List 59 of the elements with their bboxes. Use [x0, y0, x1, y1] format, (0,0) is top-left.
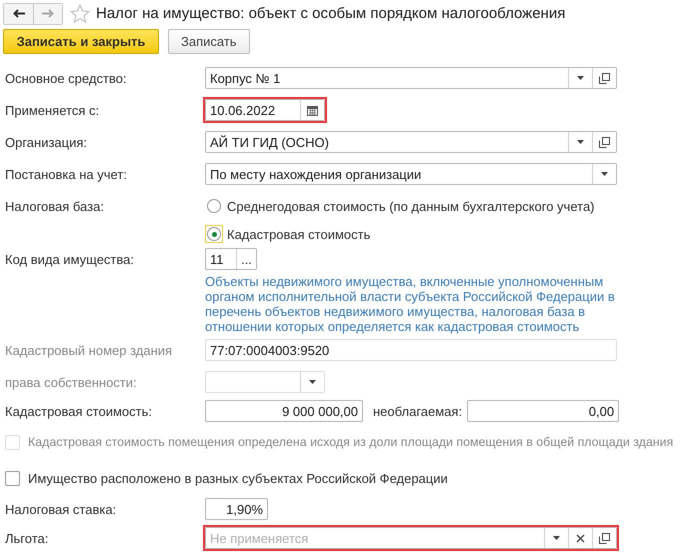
window-title: Налог на имущество: объект с особым порядком налогообложения: [96, 5, 566, 22]
dropdown-field[interactable]: Корпус № 1: [205, 67, 617, 89]
field-label: Кадастровый номер здания: [5, 342, 174, 358]
calendar-button[interactable]: [300, 100, 324, 120]
text-input[interactable]: 11: [206, 249, 236, 269]
dropdown-field[interactable]: Не применяется: [205, 527, 617, 549]
dropdown-button[interactable]: [300, 372, 324, 392]
field-label: права собственности:: [5, 374, 138, 390]
windows-icon: [599, 72, 610, 84]
field-label: Кадастровая стоимость:: [5, 404, 153, 418]
open-button[interactable]: [592, 528, 616, 548]
windows-icon: [599, 136, 610, 148]
back-button[interactable]: [4, 4, 33, 24]
radio-button[interactable]: [207, 199, 221, 213]
calendar-icon: [307, 104, 318, 116]
dropdown-field[interactable]: [205, 371, 325, 393]
field-label: Организация:: [5, 134, 88, 150]
checkbox-label: Имущество расположено в разных субъектах Российской Федерации: [28, 470, 448, 486]
input-field[interactable]: 9 000 000,00: [206, 401, 362, 421]
field-label: Налоговая ставка:: [5, 502, 118, 516]
select-button[interactable]: ...: [236, 249, 256, 269]
text-input[interactable]: 10.06.2022: [206, 100, 300, 120]
text-input[interactable]: Не применяется: [206, 528, 544, 548]
save-and-close-button[interactable]: Записать и закрыть: [3, 29, 159, 54]
field-label: Постановка на учет:: [5, 166, 128, 182]
field-label: Применяется с:: [5, 102, 100, 118]
close-icon: [576, 534, 585, 542]
description-text: Объекты недвижимого имущества, включенные уполномоченным органом исполнительной власти субъекта Российской Федерации в перечень объектов недвижимого имущества, налоговая база в отношении которых определяется как кадастровая стоимость: [205, 274, 616, 334]
text-input[interactable]: 77:07:0004003:9520: [206, 340, 616, 360]
open-button[interactable]: [592, 68, 616, 88]
text-input[interactable]: АЙ ТИ ГИД (ОСНО): [206, 132, 568, 152]
right-arrow-icon: [42, 9, 54, 18]
dropdown-field[interactable]: АЙ ТИ ГИД (ОСНО): [205, 131, 617, 153]
open-button[interactable]: [592, 132, 616, 152]
field-label: Код вида имущества:: [5, 252, 135, 266]
field-label: Основное средство:: [5, 70, 128, 86]
caret-icon: [577, 140, 584, 144]
radio-option[interactable]: Кадастровая стоимость: [205, 225, 370, 243]
caret-icon: [601, 172, 608, 176]
field-label: Налоговая база:: [5, 198, 105, 214]
windows-icon: [599, 532, 610, 544]
text-input[interactable]: Корпус № 1: [206, 68, 568, 88]
dropdown-button[interactable]: [592, 164, 616, 184]
field-label: необлагаемая:: [373, 404, 462, 418]
date-field[interactable]: 10.06.2022: [205, 99, 325, 121]
radio-button[interactable]: [207, 227, 221, 241]
input-field[interactable]: 0,00: [468, 401, 618, 421]
checkbox[interactable]: [5, 470, 20, 486]
left-arrow-icon: [12, 9, 24, 18]
star-icon[interactable]: [70, 4, 90, 23]
input-field[interactable]: 11 ...: [205, 248, 257, 270]
caret-icon: [309, 380, 316, 384]
save-button[interactable]: Записать: [168, 29, 250, 54]
radio-option[interactable]: Среднегодовая стоимость (по данным бухгалтерского учета): [205, 197, 594, 215]
checkbox-label: Кадастровая стоимость помещения определена исходя из доли площади помещения в общей площади здания: [28, 435, 674, 449]
caret-icon: [577, 76, 584, 80]
caret-icon: [553, 536, 560, 540]
input-field[interactable]: 1,90%: [206, 499, 267, 519]
field-label: Льгота:: [5, 530, 50, 546]
